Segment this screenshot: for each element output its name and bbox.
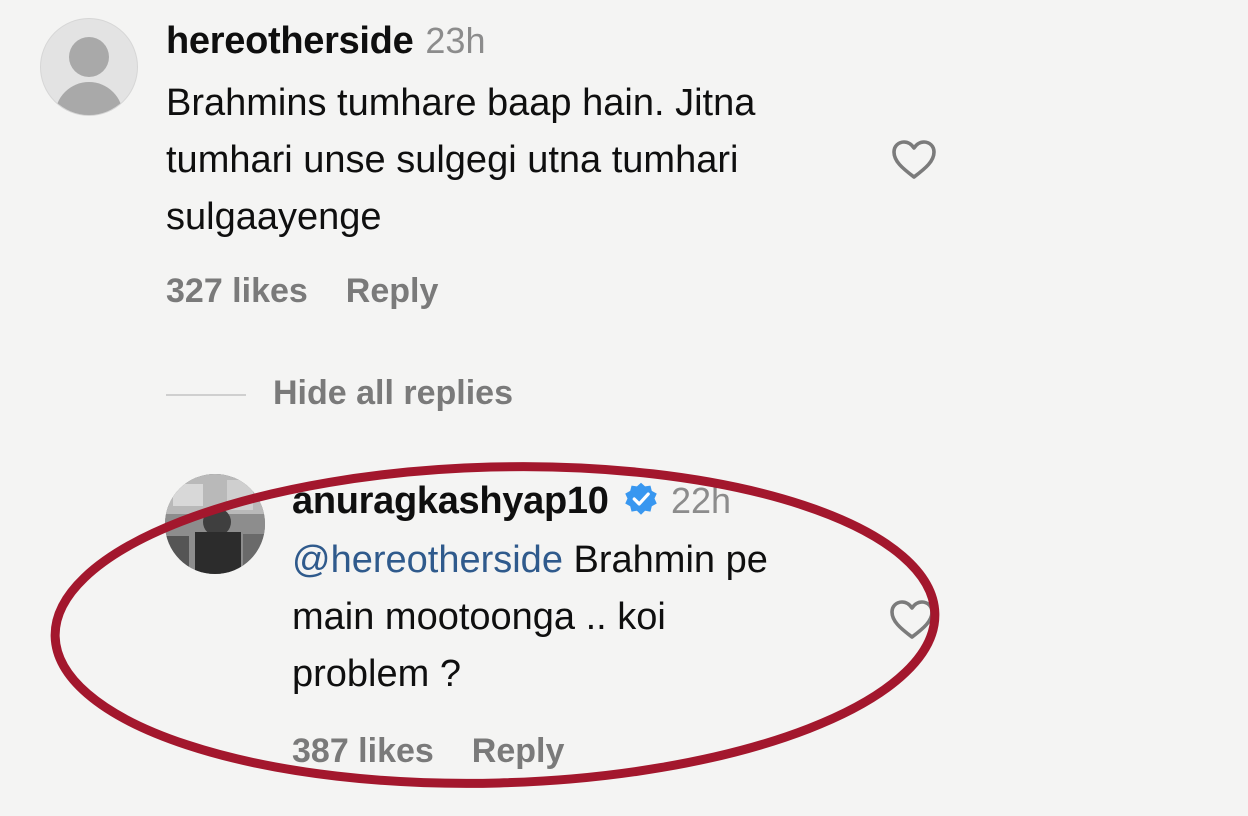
likes-count[interactable]: 387 likes [292,732,434,770]
comment-username[interactable]: hereotherside [166,20,414,62]
comment-timestamp: 23h [425,20,486,61]
verified-badge-icon [625,482,657,515]
heart-icon[interactable] [888,596,936,640]
reply-username[interactable]: anuragkashyap10 [292,480,609,522]
avatar-hereotherside[interactable] [40,18,138,116]
avatar-anuragkashyap10[interactable] [165,474,265,574]
profile-photo-icon [165,474,265,574]
reply-button[interactable]: Reply [346,272,439,310]
replies-divider [166,394,246,396]
comment-header: hereotherside 23h [166,20,485,63]
reply-text: @hereotherside Brahmin pe main mootoonga… [292,539,768,695]
comment-text: Brahmins tumhare baap hain. Jitna tumhar… [166,82,756,238]
reply-button[interactable]: Reply [472,732,565,770]
mention-link[interactable]: @hereotherside [292,539,563,581]
reply-timestamp: 22h [671,480,732,521]
reply-meta: 387 likes Reply [292,732,602,771]
reply-header: anuragkashyap10 22h [292,480,731,523]
hide-replies-button[interactable]: Hide all replies [273,374,513,413]
comment-meta: 327 likes Reply [166,272,476,311]
default-avatar-icon [69,37,109,77]
likes-count[interactable]: 327 likes [166,272,308,310]
heart-icon[interactable] [890,136,938,180]
